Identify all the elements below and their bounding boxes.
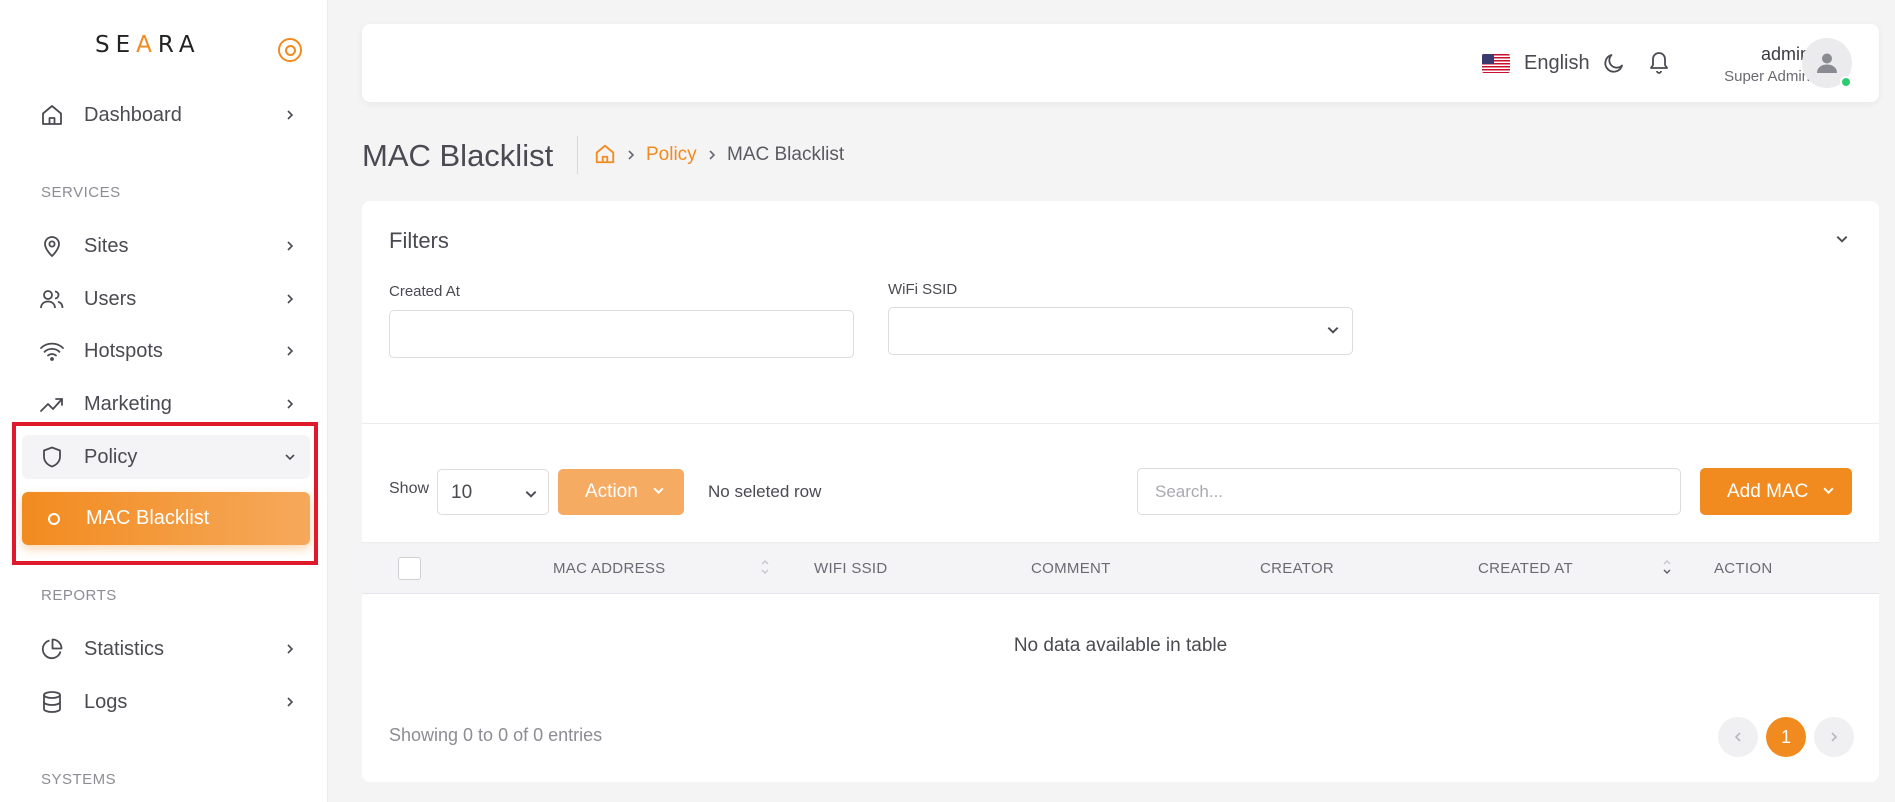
- chevron-right-icon: [280, 341, 300, 361]
- chevron-right-icon: [1831, 732, 1838, 742]
- sidebar-item-label: Marketing: [84, 392, 172, 415]
- sidebar-item-label: MAC Blacklist: [86, 507, 210, 529]
- sidebar-item-statistics[interactable]: Statistics: [38, 629, 300, 669]
- sort-icon[interactable]: [1662, 557, 1672, 582]
- database-icon: [38, 688, 66, 716]
- column-header-comment: COMMENT: [1031, 560, 1111, 577]
- column-header-action: ACTION: [1714, 560, 1773, 577]
- add-mac-button-label: Add MAC: [1727, 480, 1809, 502]
- sidebar-item-mac-blacklist[interactable]: MAC Blacklist: [22, 492, 310, 545]
- circle-bullet-icon: [48, 512, 60, 525]
- created-at-label: Created At: [389, 283, 460, 300]
- language-selector[interactable]: English: [1524, 52, 1590, 75]
- us-flag-icon[interactable]: [1482, 54, 1510, 73]
- search-input[interactable]: [1137, 468, 1681, 515]
- location-pin-icon: [38, 232, 66, 260]
- column-header-mac-address[interactable]: MAC ADDRESS: [553, 560, 666, 577]
- pagination-next-button[interactable]: [1814, 717, 1854, 757]
- page-size-select[interactable]: 10: [437, 469, 549, 515]
- breadcrumb-home-icon[interactable]: [594, 143, 616, 170]
- sidebar-item-marketing[interactable]: Marketing: [38, 384, 300, 424]
- entries-info: Showing 0 to 0 of 0 entries: [389, 725, 603, 745]
- chevron-down-icon: [524, 485, 538, 507]
- sidebar-item-policy[interactable]: Policy: [38, 437, 300, 477]
- sidebar-item-sites[interactable]: Sites: [38, 226, 300, 266]
- home-icon: [38, 101, 66, 129]
- sidebar-item-dashboard[interactable]: Dashboard: [38, 95, 300, 135]
- chevron-right-icon: [706, 148, 718, 166]
- brand-logo[interactable]: SEARA: [95, 32, 201, 58]
- user-icon: [1817, 53, 1837, 73]
- table-header: MAC ADDRESS WIFI SSID COMMENT CREATOR CR…: [362, 542, 1879, 594]
- chevron-down-icon[interactable]: [1835, 232, 1849, 251]
- column-header-created-at[interactable]: CREATED AT: [1478, 560, 1573, 577]
- shield-icon: [38, 443, 66, 471]
- chevron-down-icon: [1822, 481, 1835, 503]
- users-icon: [38, 285, 66, 313]
- breadcrumb-policy[interactable]: Policy: [646, 144, 697, 166]
- online-status-icon: [1840, 76, 1852, 88]
- top-header: English admin Super Admin: [362, 24, 1879, 102]
- chevron-right-icon: [280, 289, 300, 309]
- wifi-icon: [38, 337, 66, 365]
- filters-title: Filters: [389, 228, 449, 253]
- pagination-prev-button[interactable]: [1718, 717, 1758, 757]
- sidebar-item-label: Policy: [84, 445, 138, 468]
- section-title-services: SERVICES: [41, 184, 121, 201]
- wifi-ssid-label: WiFi SSID: [888, 281, 958, 298]
- empty-table-message: No data available in table: [1013, 635, 1228, 656]
- sidebar: SEARA Dashboard SERVICES Sites Users Hot…: [0, 0, 328, 802]
- pie-chart-icon: [38, 635, 66, 663]
- created-at-input[interactable]: [389, 310, 854, 358]
- trending-up-icon: [38, 390, 66, 418]
- moon-icon[interactable]: [1602, 51, 1626, 80]
- section-title-systems: SYSTEMS: [41, 771, 117, 788]
- pagination-page-button[interactable]: 1: [1766, 717, 1806, 757]
- sidebar-item-hotspots[interactable]: Hotspots: [38, 331, 300, 371]
- action-button[interactable]: Action: [558, 469, 684, 515]
- page-size-value: 10: [451, 482, 473, 503]
- select-all-checkbox[interactable]: [398, 557, 421, 580]
- chevron-right-icon: [625, 148, 637, 166]
- page-title: MAC Blacklist: [362, 138, 554, 173]
- sidebar-item-label: Users: [84, 287, 137, 310]
- chevron-down-icon: [280, 447, 300, 467]
- column-header-wifi-ssid: WIFI SSID: [814, 560, 888, 577]
- user-role: Super Admin: [1724, 68, 1810, 85]
- bell-icon[interactable]: [1647, 49, 1671, 80]
- chevron-left-icon: [1734, 732, 1741, 742]
- chevron-down-icon: [1326, 323, 1340, 342]
- sidebar-item-label: Statistics: [84, 637, 165, 660]
- section-title-reports: REPORTS: [41, 587, 117, 604]
- chevron-right-icon: [280, 394, 300, 414]
- action-button-label: Action: [585, 481, 638, 502]
- title-divider: [577, 136, 578, 174]
- sidebar-item-users[interactable]: Users: [38, 279, 300, 319]
- sidebar-item-logs[interactable]: Logs: [38, 682, 300, 722]
- sidebar-item-label: Logs: [84, 690, 128, 713]
- column-header-creator: CREATOR: [1260, 560, 1335, 577]
- chevron-right-icon: [280, 236, 300, 256]
- sort-icon[interactable]: [760, 557, 770, 582]
- main-card: Filters Created At WiFi SSID Show 10 Act…: [362, 201, 1879, 782]
- wifi-ssid-select[interactable]: [888, 307, 1353, 355]
- user-name[interactable]: admin: [1702, 44, 1810, 65]
- breadcrumb-current: MAC Blacklist: [727, 144, 845, 165]
- sidebar-item-label: Hotspots: [84, 339, 163, 362]
- show-label: Show: [389, 480, 430, 497]
- chevron-right-icon: [280, 105, 300, 125]
- chevron-down-icon: [652, 481, 665, 503]
- sidebar-toggle-icon[interactable]: [278, 38, 302, 62]
- sidebar-item-label: Sites: [84, 234, 129, 257]
- add-mac-button[interactable]: Add MAC: [1700, 468, 1852, 515]
- section-divider: [362, 423, 1879, 424]
- sidebar-item-label: Dashboard: [84, 103, 182, 126]
- chevron-right-icon: [280, 639, 300, 659]
- chevron-right-icon: [280, 692, 300, 712]
- selection-status: No seleted row: [708, 482, 822, 501]
